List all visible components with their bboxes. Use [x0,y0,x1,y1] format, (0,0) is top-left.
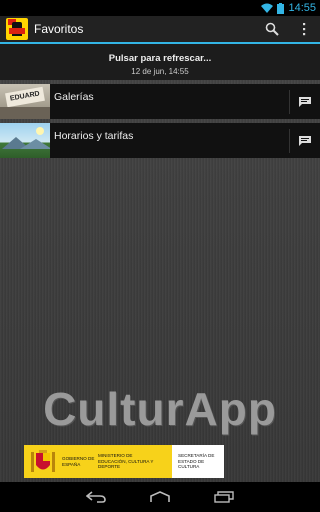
back-button[interactable] [64,482,128,512]
app-logo-icon[interactable] [6,18,28,40]
navigation-bar [0,482,320,512]
favorites-list: EDUARD Galerías Horarios y tarifas [0,84,320,162]
thumbnail-sign: EDUARD [5,86,45,108]
search-icon [265,22,279,36]
action-bar: Favoritos [0,16,320,44]
banner-yellow-section: GOBIERNO DE ESPAÑA MINISTERIO DE EDUCACI… [24,445,172,478]
message-icon [299,135,311,146]
list-item-label: Horarios y tarifas [54,129,134,142]
list-item-horarios[interactable]: Horarios y tarifas [0,123,320,158]
coat-of-arms-icon [30,449,56,475]
home-button[interactable] [128,482,192,512]
recent-apps-icon [214,491,234,503]
wifi-icon [261,3,274,13]
banner-gov-text: GOBIERNO DE ESPAÑA [62,455,95,467]
horarios-thumbnail [0,123,50,158]
recent-apps-button[interactable] [192,482,256,512]
galerias-thumbnail: EDUARD [0,84,50,119]
home-icon [150,491,170,502]
ministry-banner: GOBIERNO DE ESPAÑA MINISTERIO DE EDUCACI… [24,445,224,478]
refresh-label: Pulsar para refrescar... [108,53,212,64]
list-item-galerias[interactable]: EDUARD Galerías [0,84,320,119]
brand-logo-text: CulturApp [43,383,277,435]
pull-to-refresh-header[interactable]: Pulsar para refrescar... 12 de jun, 14:5… [0,44,320,80]
banner-secretary-text: SECRETARÍA DE ESTADO DE CULTURA [178,453,215,470]
list-item-label: Galerías [54,90,94,103]
page-title: Favoritos [34,22,84,36]
refresh-timestamp: 12 de jun, 14:55 [131,67,189,76]
status-bar: 14:55 [0,0,320,16]
battery-icon [277,2,285,14]
message-icon [299,96,311,107]
search-button[interactable] [256,16,288,42]
message-button[interactable] [290,84,320,119]
banner-ministry-text: MINISTERIO DE EDUCACIÓN, CULTURA Y DEPOR… [98,453,154,470]
divider [289,129,290,153]
message-button[interactable] [290,123,320,158]
overflow-menu-icon [303,23,306,36]
status-time: 14:55 [288,2,316,14]
overflow-menu-button[interactable] [288,16,320,42]
divider [289,90,290,114]
back-icon [86,491,106,503]
